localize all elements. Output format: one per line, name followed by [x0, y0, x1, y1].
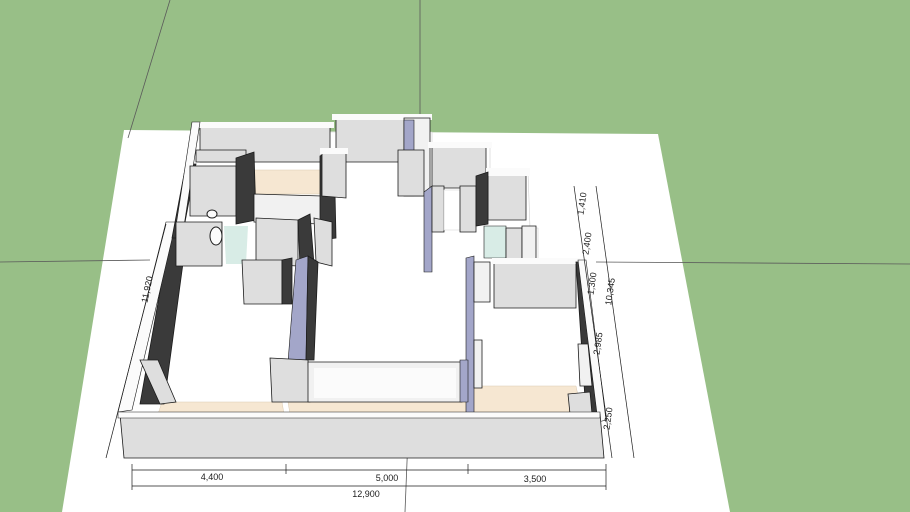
hall-door-opening	[443, 189, 461, 231]
tile-kitchen	[253, 169, 323, 195]
front-wall-top	[117, 411, 601, 419]
washbasin-fixture	[206, 209, 218, 219]
room-divider-small-side	[281, 257, 293, 305]
bath-partition	[235, 151, 257, 225]
wall-bath-back-cap	[428, 142, 492, 148]
bedroom-front-post	[567, 391, 593, 415]
bath-right-partition	[505, 227, 523, 263]
wall-corridor-right-cap	[486, 168, 530, 176]
bedroom-back-wall	[493, 261, 577, 309]
bath-right-fixture	[483, 225, 507, 259]
corridor-front	[313, 217, 333, 267]
dim-bottom-total: 12,900	[352, 489, 380, 499]
bath-wall-side	[189, 165, 237, 217]
room-divider-small	[241, 259, 283, 305]
floor-plan-3d-model: 4,400 5,000 3,500 12,900 1,410 2,400 1,3…	[0, 0, 910, 512]
wall-top-left-cap	[196, 122, 334, 128]
bedroom-door-jamb	[473, 339, 483, 389]
sketchup-viewport[interactable]: 4,400 5,000 3,500 12,900 1,410 2,400 1,3…	[0, 0, 910, 512]
front-wall	[117, 411, 605, 459]
hall-right-face	[431, 185, 445, 233]
bath-right-wall	[475, 171, 489, 227]
hall-right-second	[459, 185, 477, 233]
front-wall-face	[119, 413, 605, 459]
bath-right-side	[521, 225, 537, 263]
window-side-glass	[459, 359, 469, 403]
bedroom-back-cap	[492, 258, 580, 264]
wall-hall-divider	[397, 149, 425, 197]
toilet-fixture	[209, 226, 223, 246]
dim-bottom-seg-3: 3,500	[524, 474, 547, 484]
dim-bottom-seg-2: 5,000	[376, 473, 399, 483]
wall-corridor-right	[487, 173, 527, 221]
window-glass	[314, 368, 456, 398]
hall-right-glass	[423, 185, 433, 273]
dim-bottom-seg-1: 4,400	[201, 472, 224, 482]
kitchen-partition-face	[321, 149, 347, 199]
window-sill-block	[269, 357, 311, 403]
tile-balcony-right	[473, 385, 583, 415]
toilet-door-glass	[224, 226, 248, 264]
bedroom-left-face	[473, 261, 491, 303]
kitchen-partition-cap	[320, 148, 348, 154]
